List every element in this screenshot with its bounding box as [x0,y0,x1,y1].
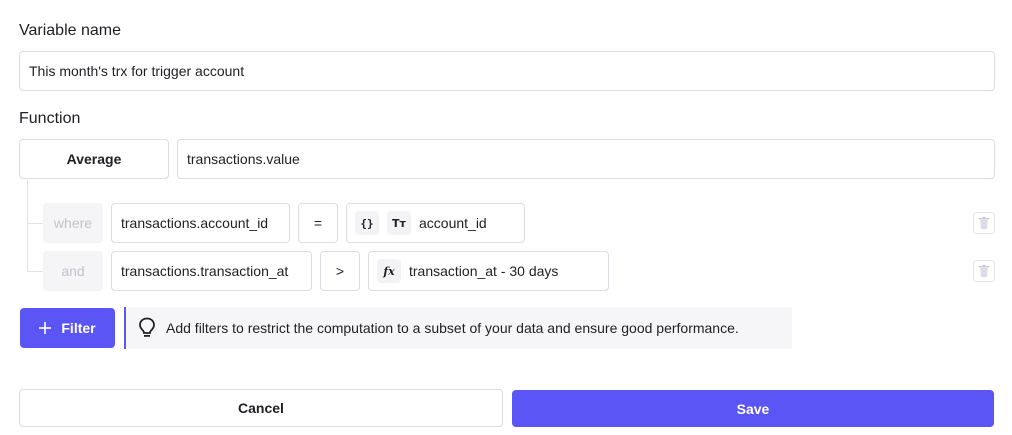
aggregation-select[interactable]: Average [19,139,169,179]
add-filter-label: Filter [61,320,96,336]
cancel-button[interactable]: Cancel [19,389,503,427]
filter-field-input[interactable]: transactions.transaction_at [111,251,312,291]
braces-icon[interactable]: {} [355,211,379,235]
trash-icon [979,265,989,277]
delete-filter-button[interactable] [973,260,995,282]
function-field-input[interactable]: transactions.value [177,139,995,179]
delete-filter-button[interactable] [973,212,995,234]
variable-name-label: Variable name [19,22,121,39]
filter-operator-select[interactable]: = [298,203,338,243]
add-filter-button[interactable]: Filter [20,308,115,348]
filter-value-input[interactable]: fx transaction_at - 30 days [368,251,609,291]
lightbulb-icon [139,317,155,337]
filter-value-text: transaction_at - 30 days [409,263,559,279]
filter-connector-and: and [43,251,103,291]
filter-hint-text: Add filters to restrict the computation … [166,320,739,336]
function-icon[interactable]: fx [377,259,401,283]
text-type-icon[interactable]: Tт [387,211,411,235]
filter-value-text: account_id [419,215,487,231]
trash-icon [979,217,989,229]
filter-value-input[interactable]: {} Tт account_id [346,203,525,243]
filter-operator-select[interactable]: > [320,251,360,291]
save-button[interactable]: Save [512,390,994,427]
filter-connector-where: where [43,203,103,243]
function-label: Function [19,110,81,127]
filter-tree-branch [27,223,43,224]
filter-tree-line [27,180,28,272]
variable-name-input[interactable]: This month's trx for trigger account [19,51,995,91]
filter-tree-branch [27,271,43,272]
filter-hint: Add filters to restrict the computation … [124,307,792,349]
plus-icon [39,322,52,334]
filter-field-input[interactable]: transactions.account_id [111,203,290,243]
